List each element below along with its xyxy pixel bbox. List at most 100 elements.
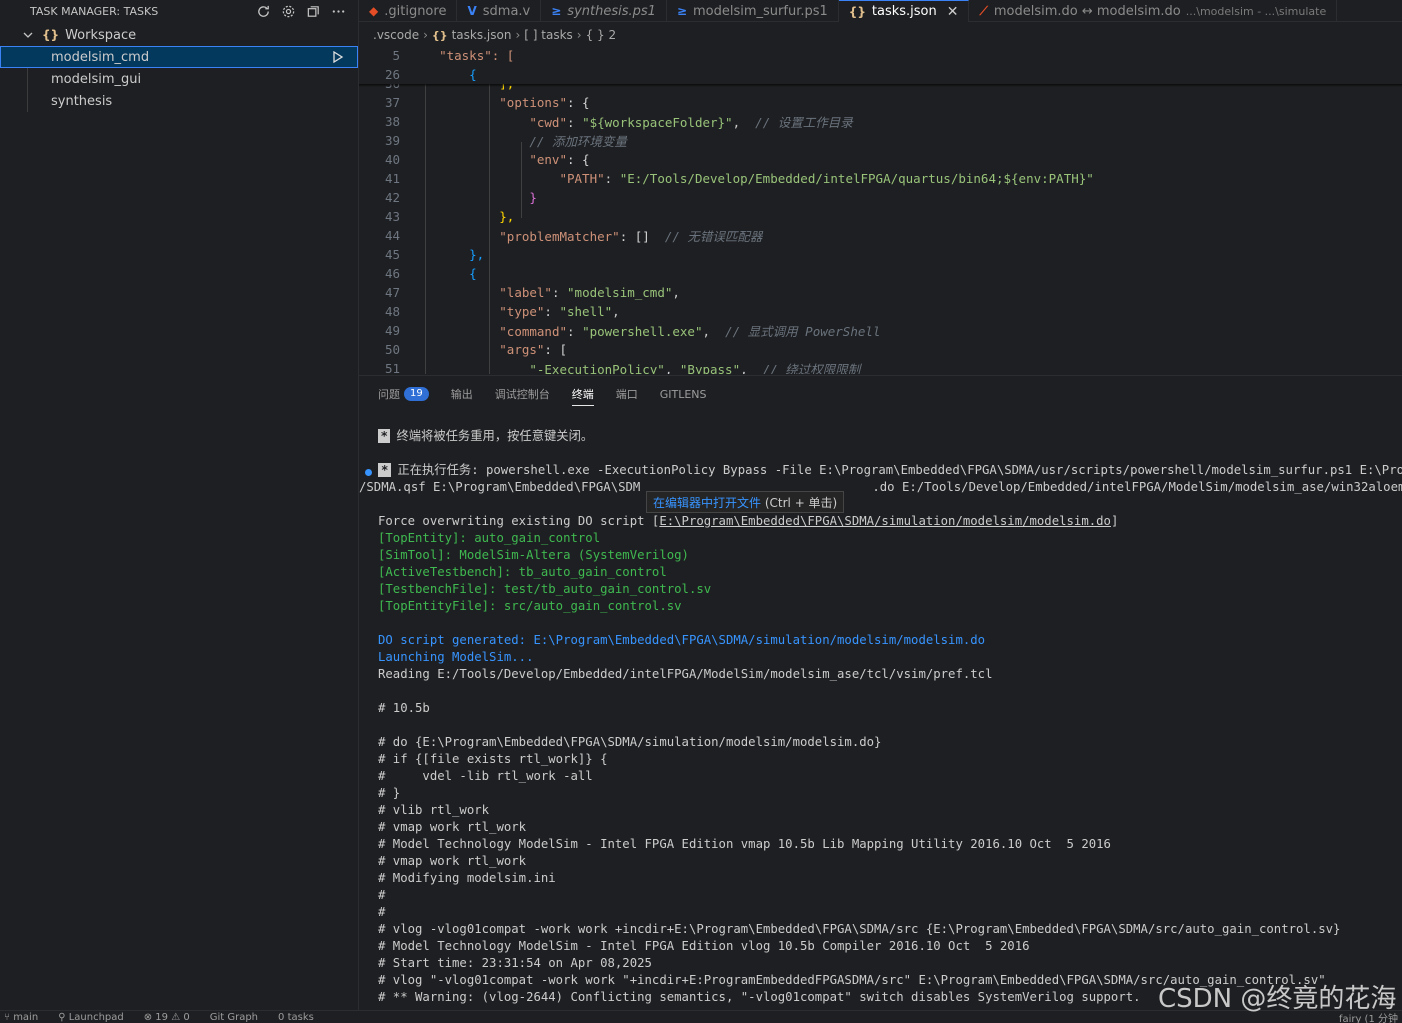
tab-problems[interactable]: 问题 19 xyxy=(378,376,429,412)
panel-tabs: 问题 19 输出 调试控制台 终端 端口 GITLENS xyxy=(359,376,1402,412)
terminal-output[interactable]: * 终端将被任务重用，按任意键关闭。 * 正在执行任务: powershell.ex… xyxy=(359,428,1402,1006)
problems-status[interactable]: ⊗ 19 ⚠ 0 xyxy=(144,1012,190,1023)
code-token: { xyxy=(469,266,477,281)
json-key: "args" xyxy=(499,342,545,357)
terminal-line: [TopEntity]: auto_gain_control xyxy=(378,531,601,545)
editor-tab[interactable]: ◆ .gitignore xyxy=(359,0,458,22)
task-label: modelsim_cmd xyxy=(51,49,150,65)
open-file-tooltip: 在编辑器中打开文件 (Ctrl + 单击) xyxy=(646,491,845,513)
code-content: "args": [ xyxy=(400,342,567,357)
terminal-blue-block: DO script generated: E:\Program\Embedded… xyxy=(378,632,1402,666)
terminal-line: [TestbenchFile]: test/tb_auto_gain_contr… xyxy=(378,582,712,596)
line-number: 37 xyxy=(384,95,400,110)
terminal-line: # Start time: 23:31:54 on Apr 08,2025 xyxy=(378,956,652,970)
tasks-status[interactable]: 0 tasks xyxy=(278,1012,314,1023)
editor-tab[interactable]: ≥ synthesis.ps1 xyxy=(541,0,667,22)
code-line: 40 "env": { xyxy=(359,150,1402,169)
gear-icon[interactable] xyxy=(281,4,296,19)
line-number: 48 xyxy=(384,304,400,319)
file-type-icon: ⟋ xyxy=(979,3,988,18)
run-task-play-icon[interactable] xyxy=(332,51,344,63)
tab-label: 终端 xyxy=(571,388,594,401)
bottom-panel: 问题 19 输出 调试控制台 终端 端口 GITLENS * 终端将被任务重用，按任… xyxy=(359,375,1402,1010)
breadcrumb-item[interactable]: { } 2 xyxy=(586,28,617,42)
collapse-all-icon[interactable] xyxy=(306,4,321,19)
tab-terminal[interactable]: 终端 xyxy=(571,376,594,412)
terminal-line: Force overwriting existing DO script [E:… xyxy=(378,513,1402,530)
branch-name: main xyxy=(13,1011,39,1023)
json-string: "-ExecutionPolicy" xyxy=(529,362,665,374)
file-type-icon: {} xyxy=(848,4,866,19)
tab-debug-console[interactable]: 调试控制台 xyxy=(495,376,550,412)
json-key: "command" xyxy=(499,324,567,339)
workspace-label: Workspace xyxy=(65,27,137,43)
json-string: "Bypass" xyxy=(679,362,741,374)
close-icon[interactable]: ✕ xyxy=(947,4,959,20)
file-type-icon: ≥ xyxy=(551,4,562,18)
code-line: 46 { xyxy=(359,264,1402,283)
code-comment: // 显式调用 PowerShell xyxy=(725,324,881,339)
tooltip-link[interactable]: 在编辑器中打开文件 xyxy=(653,494,761,511)
tab-label: modelsim_surfur.ps1 xyxy=(693,3,828,19)
tab-label: synthesis.ps1 xyxy=(567,3,656,19)
editor-tab[interactable]: ⟋ modelsim.do ↔ modelsim.do ...\modelsim -… xyxy=(969,0,1338,22)
task-item-modelsim-gui[interactable]: modelsim_gui xyxy=(0,68,358,90)
launchpad-status[interactable]: ⚲ Launchpad xyxy=(58,1012,124,1023)
line-number: 39 xyxy=(384,133,400,148)
editor-tab-bar: ◆ .gitignore Vsdma.v ≥ synthesis.ps1 ≥ modelsi… xyxy=(359,0,1402,22)
line-number: 5 xyxy=(392,48,400,63)
terminal-line: # do {E:\Program\Embedded\FPGA\SDMA/simu… xyxy=(378,735,882,749)
git-graph-status[interactable]: Git Graph xyxy=(210,1012,258,1023)
terminal-line: # } xyxy=(378,786,401,800)
editor-tab[interactable]: ≥ modelsim_surfur.ps1 xyxy=(667,0,839,22)
breadcrumb-item[interactable]: tasks.json xyxy=(452,28,512,42)
editor-tab[interactable]: Vsdma.v xyxy=(457,0,542,22)
task-label: synthesis xyxy=(51,93,113,109)
file-type-icon: V xyxy=(467,4,477,18)
terminal-line: [SimTool]: ModelSim-Altera (SystemVerilo… xyxy=(378,548,689,562)
json-braces-icon: {} xyxy=(431,28,448,42)
sticky-scroll-line: 5 "tasks": [ xyxy=(359,46,1402,65)
terminal-text: Force overwriting existing DO script [ xyxy=(378,514,660,528)
branch-status[interactable]: ⑂ main xyxy=(4,1012,38,1023)
code-content: }, xyxy=(400,209,514,224)
code-token: : { xyxy=(567,152,590,167)
terminal-file-link[interactable]: E:\Program\Embedded\FPGA\SDMA/simulation… xyxy=(659,514,1111,528)
star-marker: * xyxy=(378,463,392,477)
line-number: 41 xyxy=(384,171,400,186)
json-string: "${workspaceFolder}" xyxy=(582,115,733,130)
code-content: "cwd": "${workspaceFolder}", // 设置工作目录 xyxy=(529,115,853,130)
json-key: "type" xyxy=(499,304,545,319)
code-line: 50 "args": [ xyxy=(359,340,1402,359)
tab-ports[interactable]: 端口 xyxy=(616,376,638,412)
json-string: "powershell.exe" xyxy=(582,324,703,339)
sidebar-title: TASK MANAGER: TASKS xyxy=(30,4,159,18)
more-icon[interactable] xyxy=(331,4,346,19)
chevron-right-icon: › xyxy=(515,28,521,42)
line-number: 47 xyxy=(384,285,400,300)
terminal-line: Launching ModelSim... xyxy=(378,650,534,664)
breadcrumb-item[interactable]: [ ] tasks xyxy=(524,28,573,42)
terminal-line: # Model Technology ModelSim - Intel FPGA… xyxy=(378,837,1111,851)
code-line: 42 } xyxy=(359,188,1402,207)
editor-tab[interactable]: {} tasks.json ✕ xyxy=(838,0,970,22)
line-number: 50 xyxy=(384,342,400,357)
code-editor[interactable]: 36 ],37 "options": {38 "cwd": "${workspa… xyxy=(359,46,1402,374)
workspace-node[interactable]: {} Workspace xyxy=(0,24,358,46)
code-token: "tasks": [ xyxy=(439,48,515,63)
breadcrumb-item[interactable]: .vscode xyxy=(373,28,419,42)
tab-gitlens[interactable]: GITLENS xyxy=(660,376,707,412)
terminal-green-block: [TopEntity]: auto_gain_control [SimTool]:… xyxy=(378,530,1402,615)
code-content: "type": "shell", xyxy=(499,304,620,319)
sticky-scroll-line: 26 { xyxy=(359,65,1402,84)
refresh-icon[interactable] xyxy=(256,4,271,19)
code-content: "command": "powershell.exe", // 显式调用 Pow… xyxy=(499,324,881,339)
tab-label: 输出 xyxy=(450,388,473,401)
task-item-modelsim-cmd[interactable]: modelsim_cmd xyxy=(0,46,358,68)
tab-output[interactable]: 输出 xyxy=(451,376,473,412)
terminal-line: # vmap work rtl_work xyxy=(378,820,527,834)
code-content: "PATH": "E:/Tools/Develop/Embedded/intel… xyxy=(559,171,1094,186)
task-item-synthesis[interactable]: synthesis xyxy=(0,90,358,112)
